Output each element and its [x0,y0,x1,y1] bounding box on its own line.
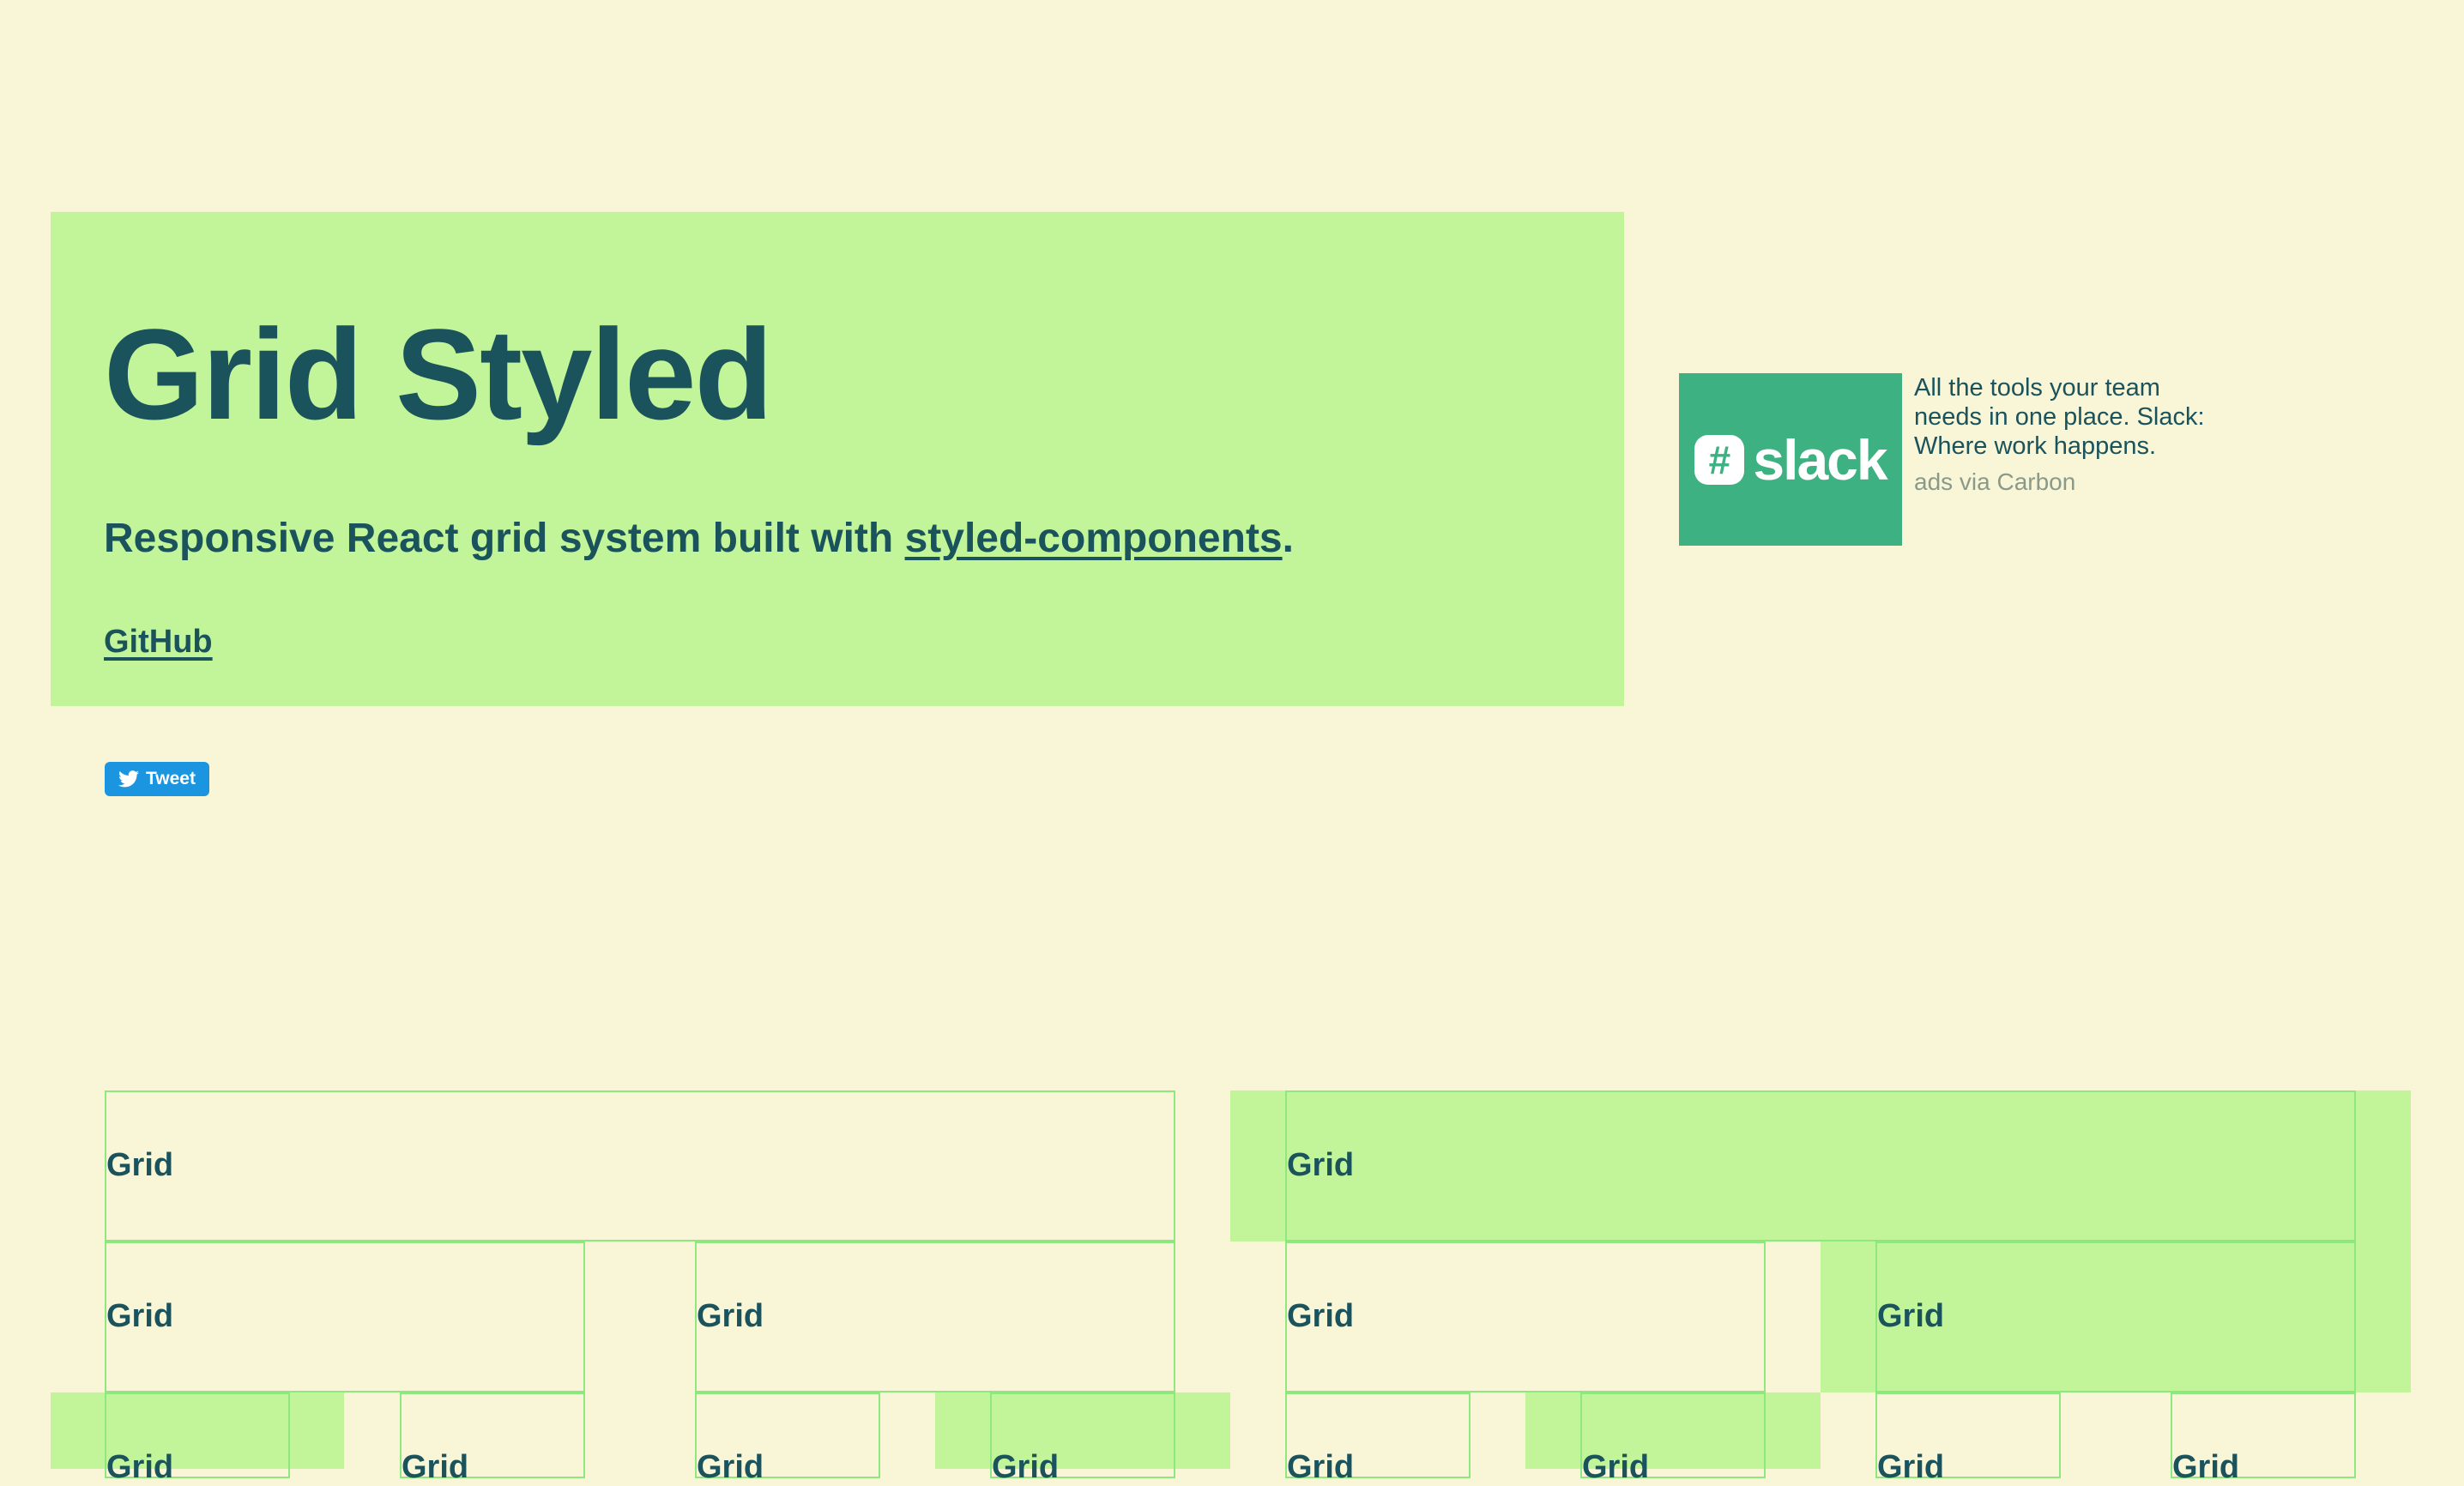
grid-cell: Grid [1285,1241,1766,1392]
github-link[interactable]: GitHub [104,624,213,661]
grid-label: Grid [1582,1449,1650,1485]
grid-label: Grid [697,1449,764,1485]
grid-label: Grid [106,1147,174,1183]
grid-cell: Grid [695,1241,1175,1392]
grid-cell: Grid [1285,1392,1471,1485]
twitter-bird-icon [118,770,140,788]
tweet-label: Tweet [146,769,196,788]
grid-cell: Grid [1875,1392,2061,1485]
grid-cell: Grid [105,1241,585,1392]
grid-label: Grid [697,1298,764,1334]
grid-label: Grid [106,1298,174,1334]
tagline: Responsive React grid system built with … [104,514,1294,564]
grid-cell: Grid [2171,1392,2356,1485]
grid-cell: Grid [105,1090,1175,1241]
grid-label: Grid [1287,1449,1355,1485]
slack-logo-text: slack [1753,427,1887,492]
grid-cell: Grid [990,1392,1175,1485]
grid-label: Grid [1877,1449,1945,1485]
styled-components-link[interactable]: styled-components [905,516,1283,561]
grid-cell: Grid [695,1392,880,1485]
ads-via-carbon-link[interactable]: ads via Carbon [1914,468,2075,496]
grid-cell: Grid [105,1392,290,1485]
slack-ad-image[interactable]: # slack [1679,373,1902,546]
tweet-button[interactable]: Tweet [105,762,209,796]
ad-text[interactable]: All the tools your team needs in one pla… [1914,373,2223,461]
slack-logo-icon: # [1694,434,1745,485]
grid-label: Grid [402,1449,469,1485]
page-title: Grid Styled [104,302,773,446]
grid-label: Grid [1287,1147,1355,1183]
grid-label: Grid [2172,1449,2240,1485]
grid-label: Grid [992,1449,1060,1485]
grid-cell: Grid [400,1392,585,1485]
grid-cell: Grid [1580,1392,1766,1485]
tagline-text: Responsive React grid system built with [104,516,905,561]
grid-cell: Grid [1875,1241,2356,1392]
grid-cell: Grid [1285,1090,2356,1241]
hero-banner: Grid Styled Responsive React grid system… [51,212,1624,706]
grid-label: Grid [1877,1298,1945,1334]
tagline-period: . [1282,516,1294,561]
grid-label: Grid [1287,1298,1355,1334]
grid-label: Grid [106,1449,174,1485]
